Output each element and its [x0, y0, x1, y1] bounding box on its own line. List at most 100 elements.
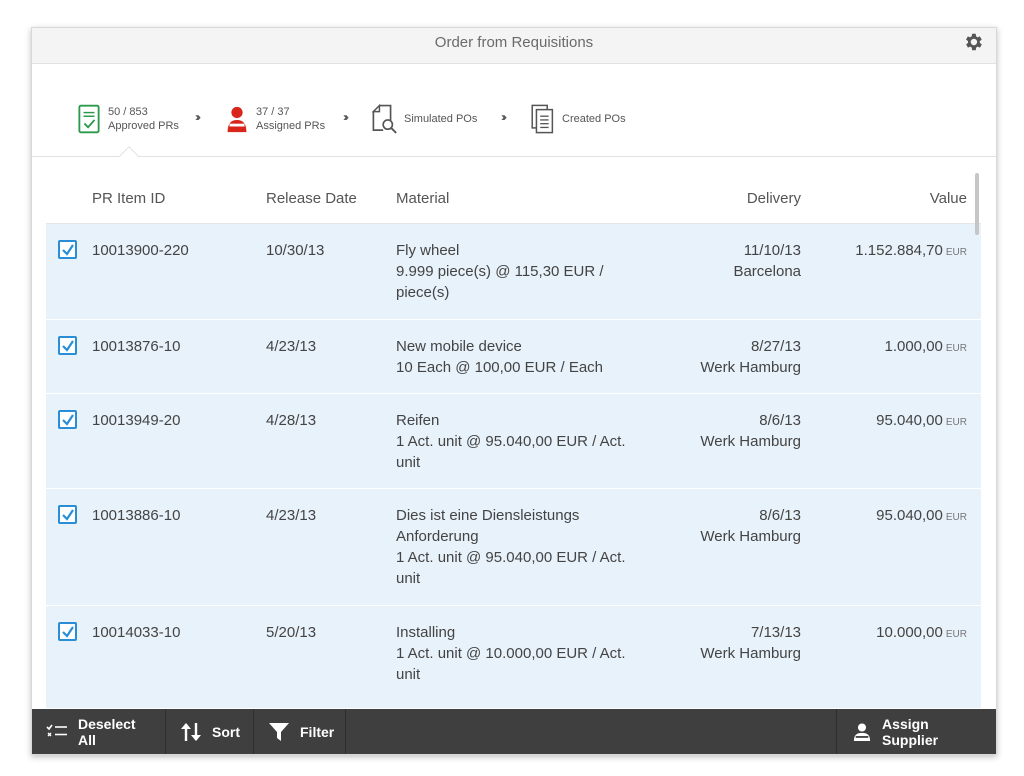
table-row[interactable]: 10014033-10 5/20/13 Installing 1 Act. un…: [46, 606, 981, 709]
sort-icon: [180, 721, 202, 743]
column-header-material[interactable]: Material: [396, 190, 449, 207]
material-detail: unit: [396, 570, 421, 587]
currency: EUR: [945, 629, 967, 640]
step-count: 37 / 37: [256, 106, 290, 118]
material-name: Installing: [396, 624, 456, 641]
assign-supplier-button[interactable]: Assign Supplier: [836, 709, 996, 754]
row-checkbox[interactable]: [58, 505, 77, 524]
sort-button[interactable]: Sort: [166, 709, 254, 754]
delivery-location: Werk Hamburg: [700, 645, 801, 662]
value-amount: 95.040,00: [876, 507, 943, 524]
person-icon: [851, 721, 872, 743]
chevron-right-icon: ›››: [343, 110, 349, 124]
row-checkbox[interactable]: [58, 240, 77, 259]
delivery-date: 8/6/13: [759, 507, 801, 524]
delivery: 8/6/13 Werk Hamburg: [700, 505, 801, 547]
row-checkbox[interactable]: [58, 336, 77, 355]
sort-label: Sort: [212, 723, 240, 740]
delivery: 8/27/13 Werk Hamburg: [700, 336, 801, 378]
material: Dies ist eine Diensleistungs Anforderung…: [396, 505, 646, 589]
material: Fly wheel 9.999 piece(s) @ 115,30 EUR / …: [396, 240, 646, 303]
delivery: 7/13/13 Werk Hamburg: [700, 622, 801, 664]
footer-toolbar: Deselect All Sort Filter Assign Supplier: [32, 709, 996, 754]
delivery-location: Werk Hamburg: [700, 528, 801, 545]
currency: EUR: [945, 417, 967, 428]
table-row[interactable]: 10013876-10 4/23/13 New mobile device 10…: [46, 320, 981, 394]
title-bar: Order from Requisitions: [32, 28, 996, 64]
pr-item-id: 10013876-10: [92, 338, 181, 355]
value: 10.000,00 EUR: [876, 622, 967, 645]
step-simulated-pos[interactable]: Simulated POs: [372, 102, 477, 136]
value: 95.040,00 EUR: [876, 505, 967, 528]
step-assigned-prs[interactable]: 37 / 37 Assigned PRs: [224, 102, 325, 136]
material-name: Dies ist eine Diensleistungs: [396, 507, 580, 524]
material: Installing 1 Act. unit @ 10.000,00 EUR /…: [396, 622, 646, 685]
pr-item-id: 10013900-220: [92, 242, 189, 259]
value-amount: 95.040,00: [876, 412, 943, 429]
doc-stack-icon: [530, 102, 556, 136]
table-row[interactable]: 10013886-10 4/23/13 Dies ist eine Diensl…: [46, 489, 981, 606]
material-name: Fly wheel: [396, 242, 460, 259]
chevron-right-icon: ›››: [501, 110, 507, 124]
column-header-pr-item-id[interactable]: PR Item ID: [92, 190, 165, 207]
step-approved-prs[interactable]: 50 / 853 Approved PRs: [76, 102, 179, 136]
order-from-requisitions-window: Order from Requisitions 50 / 853 Approve…: [31, 27, 997, 755]
row-checkbox[interactable]: [58, 622, 77, 641]
material-detail: 10 Each @ 100,00 EUR / Each: [396, 359, 604, 376]
material-detail: piece(s): [396, 284, 450, 301]
release-date: 5/20/13: [266, 624, 317, 641]
value: 1.000,00 EUR: [884, 336, 967, 359]
table-header: PR Item ID Release Date Material Deliver…: [46, 157, 981, 224]
person-icon: [224, 102, 250, 136]
delivery-location: Werk Hamburg: [700, 359, 801, 376]
column-header-delivery[interactable]: Delivery: [747, 190, 801, 207]
window-title: Order from Requisitions: [434, 34, 594, 51]
row-checkbox[interactable]: [58, 410, 77, 429]
deselect-all-label: Deselect All: [78, 715, 136, 748]
release-date: 4/23/13: [266, 507, 317, 524]
process-steps: 50 / 853 Approved PRs ››› 37 / 37 Assign…: [32, 64, 996, 157]
material-detail: 1 Act. unit @ 95.040,00 EUR / Act.: [396, 549, 626, 566]
deselect-list-icon: [46, 721, 68, 743]
currency: EUR: [945, 343, 967, 354]
column-header-value[interactable]: Value: [930, 190, 967, 207]
requisitions-table: PR Item ID Release Date Material Deliver…: [46, 157, 981, 709]
material-name: Reifen: [396, 412, 440, 429]
table-row[interactable]: 10013900-220 10/30/13 Fly wheel 9.999 pi…: [46, 224, 981, 320]
chevron-right-icon: ›››: [195, 110, 201, 124]
step-label: Approved PRs: [108, 120, 179, 132]
value: 1.152.884,70 EUR: [855, 240, 967, 263]
release-date: 4/28/13: [266, 412, 317, 429]
material-detail: 1 Act. unit @ 95.040,00 EUR / Act.: [396, 433, 626, 450]
value-amount: 10.000,00: [876, 624, 943, 641]
delivery-date: 8/27/13: [750, 338, 801, 355]
vertical-scrollbar[interactable]: [975, 173, 979, 235]
material-detail: 9.999 piece(s) @ 115,30 EUR /: [396, 263, 604, 280]
step-created-pos[interactable]: Created POs: [530, 102, 626, 136]
pr-item-id: 10013949-20: [92, 412, 181, 429]
filter-button[interactable]: Filter: [254, 709, 346, 754]
filter-icon: [268, 721, 290, 743]
material-detail: 1 Act. unit @ 10.000,00 EUR / Act.: [396, 645, 626, 662]
material: New mobile device 10 Each @ 100,00 EUR /…: [396, 336, 646, 378]
step-count: 50 / 853: [108, 106, 148, 118]
release-date: 4/23/13: [266, 338, 317, 355]
material-name: New mobile device: [396, 338, 522, 355]
delivery: 8/6/13 Werk Hamburg: [700, 410, 801, 452]
currency: EUR: [945, 512, 967, 523]
table-row[interactable]: 10013949-20 4/28/13 Reifen 1 Act. unit @…: [46, 394, 981, 489]
column-header-release-date[interactable]: Release Date: [266, 190, 357, 207]
delivery-date: 11/10/13: [743, 242, 801, 259]
step-label: Simulated POs: [404, 113, 478, 125]
search-doc-icon: [372, 102, 398, 136]
value: 95.040,00 EUR: [876, 410, 967, 433]
pr-item-id: 10013886-10: [92, 507, 181, 524]
release-date: 10/30/13: [266, 242, 325, 259]
gear-icon[interactable]: [962, 31, 984, 53]
delivery-date: 8/6/13: [759, 412, 801, 429]
assign-supplier-label: Assign Supplier: [882, 715, 939, 748]
value-amount: 1.000,00: [884, 338, 943, 355]
material: Reifen 1 Act. unit @ 95.040,00 EUR / Act…: [396, 410, 646, 473]
delivery-date: 7/13/13: [750, 624, 801, 641]
deselect-all-button[interactable]: Deselect All: [32, 709, 166, 754]
